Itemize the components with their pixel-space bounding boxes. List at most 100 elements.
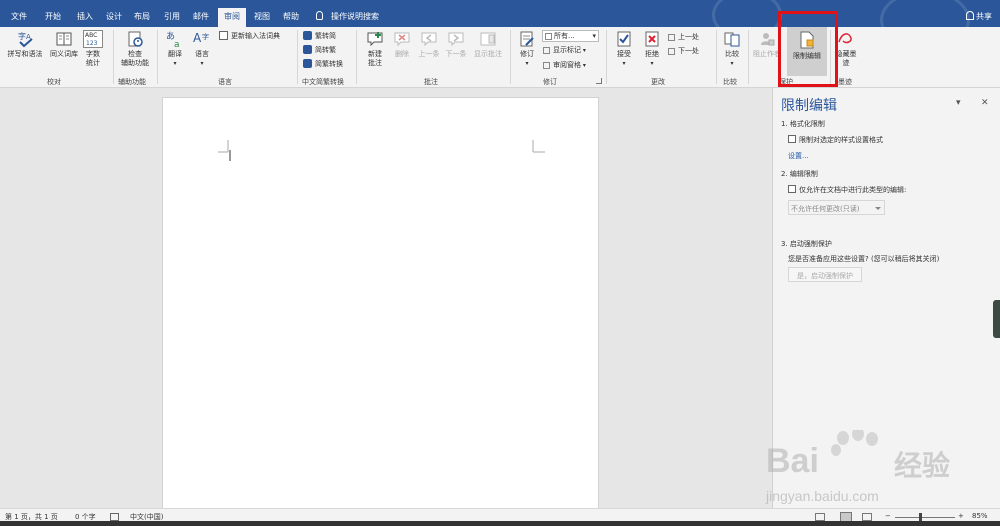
new-comment-icon (367, 32, 383, 47)
taskbar-strip (0, 521, 1000, 526)
proofing-status-icon[interactable] (110, 513, 119, 521)
zoom-in-button[interactable]: + (958, 512, 964, 520)
check-accessibility-button[interactable]: 检查 辅助功能 (117, 30, 153, 68)
thesaurus-button[interactable]: 同义词库 (46, 30, 82, 59)
tab-help[interactable]: 帮助 (283, 11, 299, 22)
to-traditional-label: 简转繁 (315, 46, 336, 54)
group-label-tracking: 修订 (543, 78, 557, 86)
editing-type-dropdown[interactable]: 不允许任何更改(只读) (788, 200, 885, 215)
zoom-slider[interactable] (895, 517, 955, 518)
update-ime-label: 更新输入法词典 (231, 32, 280, 40)
svg-text:123: 123 (86, 40, 98, 47)
compare-label: 比较 (725, 50, 739, 58)
zoom-out-button[interactable]: − (885, 512, 891, 520)
reject-change-button[interactable]: 拒绝 ▾ (640, 30, 664, 68)
svg-text:字: 字 (18, 31, 26, 41)
group-separator (716, 30, 717, 84)
word-count-button[interactable]: ABC 123 字数 统计 (82, 30, 104, 68)
dictionary-icon (219, 31, 228, 40)
tell-me-label: 操作说明搜索 (331, 12, 379, 21)
spelling-check-icon: 字 A (18, 31, 33, 48)
track-changes-label: 修订 (520, 50, 534, 58)
tab-layout[interactable]: 布局 (134, 11, 150, 22)
spelling-grammar-label: 拼写和语法 (7, 50, 43, 58)
watermark-brand-left: Bai (766, 442, 819, 480)
lightbulb-icon (316, 11, 323, 20)
editing-restrictions-label: 仅允许在文档中进行此类型的编辑: (799, 186, 907, 194)
side-panel-handle[interactable] (993, 300, 1000, 338)
enforcement-question: 您是否准备应用这些设置? (您可以稍后将其关闭) (788, 255, 940, 263)
tab-references[interactable]: 引用 (164, 11, 180, 22)
to-simplified-label: 繁转简 (315, 32, 336, 40)
pane-options-chevron-down-icon[interactable]: ▾ (956, 98, 961, 108)
chevron-down-icon: ▾ (592, 32, 596, 40)
previous-change-button[interactable]: 上一处 (668, 32, 699, 42)
tab-home[interactable]: 开始 (45, 11, 61, 22)
reviewing-pane-dropdown-icon: ▾ (581, 62, 586, 69)
group-separator (606, 30, 607, 84)
group-label-comments: 批注 (424, 78, 438, 86)
document-page[interactable] (162, 97, 599, 509)
start-enforcing-button[interactable]: 是，启动强制保护 (788, 267, 862, 282)
zoom-level[interactable]: 85% (972, 512, 988, 520)
ink-icon (838, 33, 852, 44)
read-mode-icon[interactable] (815, 513, 825, 521)
reject-dropdown-icon: ▾ (650, 60, 654, 67)
editing-restrictions-checkbox[interactable] (788, 185, 796, 193)
show-comments-button[interactable]: 显示批注 (470, 30, 506, 59)
tab-mailings[interactable]: 邮件 (193, 11, 209, 22)
web-layout-icon[interactable] (862, 513, 872, 521)
next-comment-button[interactable]: 下一条 (443, 30, 469, 59)
previous-change-label: 上一处 (678, 33, 699, 41)
simplified-to-traditional-button[interactable]: 简转繁 (303, 45, 336, 55)
chinese-conversion-button[interactable]: 简繁转换 (303, 59, 343, 69)
traditional-to-simplified-button[interactable]: 繁转简 (303, 31, 336, 41)
update-ime-dictionary-button[interactable]: 更新输入法词典 (219, 31, 280, 41)
abc-123-icon: ABC 123 (83, 30, 103, 48)
section-enforcement-title: 3. 启动强制保护 (781, 240, 832, 248)
show-markup-icon (543, 47, 550, 54)
next-change-button[interactable]: 下一处 (668, 46, 699, 56)
delete-comment-button[interactable]: 删除 (390, 30, 414, 59)
track-changes-button[interactable]: 修订 ▾ (515, 30, 539, 68)
group-separator (356, 30, 357, 84)
tab-design[interactable]: 设计 (106, 11, 122, 22)
group-label-changes: 更改 (651, 78, 665, 86)
translate-button[interactable]: あ a 翻译 ▾ (163, 30, 187, 68)
pane-title: 限制编辑 (781, 98, 837, 114)
show-markup-button[interactable]: 显示标记 ▾ (543, 45, 586, 56)
editing-type-value: 不允许任何更改(只读) (791, 205, 860, 213)
close-icon[interactable]: ✕ (981, 98, 989, 108)
watermark-url: jingyan.baidu.com (766, 488, 879, 504)
reject-icon (645, 31, 659, 47)
tracking-dialog-launcher-icon[interactable] (596, 78, 602, 84)
limit-formatting-checkbox[interactable] (788, 135, 796, 143)
settings-link[interactable]: 设置... (788, 151, 809, 161)
next-change-label: 下一处 (678, 47, 699, 55)
language-button[interactable]: A 字 语言 ▾ (190, 30, 214, 68)
tab-insert[interactable]: 插入 (77, 11, 93, 22)
new-comment-button[interactable]: 新建 批注 (362, 30, 388, 68)
reject-label: 拒绝 (645, 50, 659, 58)
compare-button[interactable]: 比较 ▾ (720, 30, 744, 68)
group-label-proofing: 校对 (47, 78, 61, 86)
accept-label: 接受 (617, 50, 631, 58)
reviewing-pane-button[interactable]: 审阅窗格 ▾ (543, 60, 586, 71)
spelling-grammar-button[interactable]: 字 A 拼写和语法 (5, 30, 45, 59)
thesaurus-label: 同义词库 (50, 50, 78, 58)
tab-view[interactable]: 视图 (254, 11, 270, 22)
group-separator (157, 30, 158, 84)
previous-comment-button[interactable]: 上一条 (416, 30, 442, 59)
restrict-editing-highlight-box (778, 11, 838, 87)
person-icon (966, 11, 974, 20)
tell-me-search[interactable]: 操作说明搜索 (316, 11, 379, 22)
previous-comment-label: 上一条 (418, 50, 440, 58)
translate-dropdown-icon: ▾ (173, 60, 177, 67)
accept-change-button[interactable]: 接受 ▾ (612, 30, 636, 68)
accept-icon (617, 31, 631, 47)
markup-display-select[interactable]: 所有... ▾ (542, 30, 599, 42)
group-label-chinese-conversion: 中文简繁转换 (302, 78, 344, 86)
tab-review[interactable]: 审阅 (218, 8, 246, 27)
tab-file[interactable]: 文件 (11, 11, 27, 22)
share-button[interactable]: 共享 (966, 11, 992, 22)
